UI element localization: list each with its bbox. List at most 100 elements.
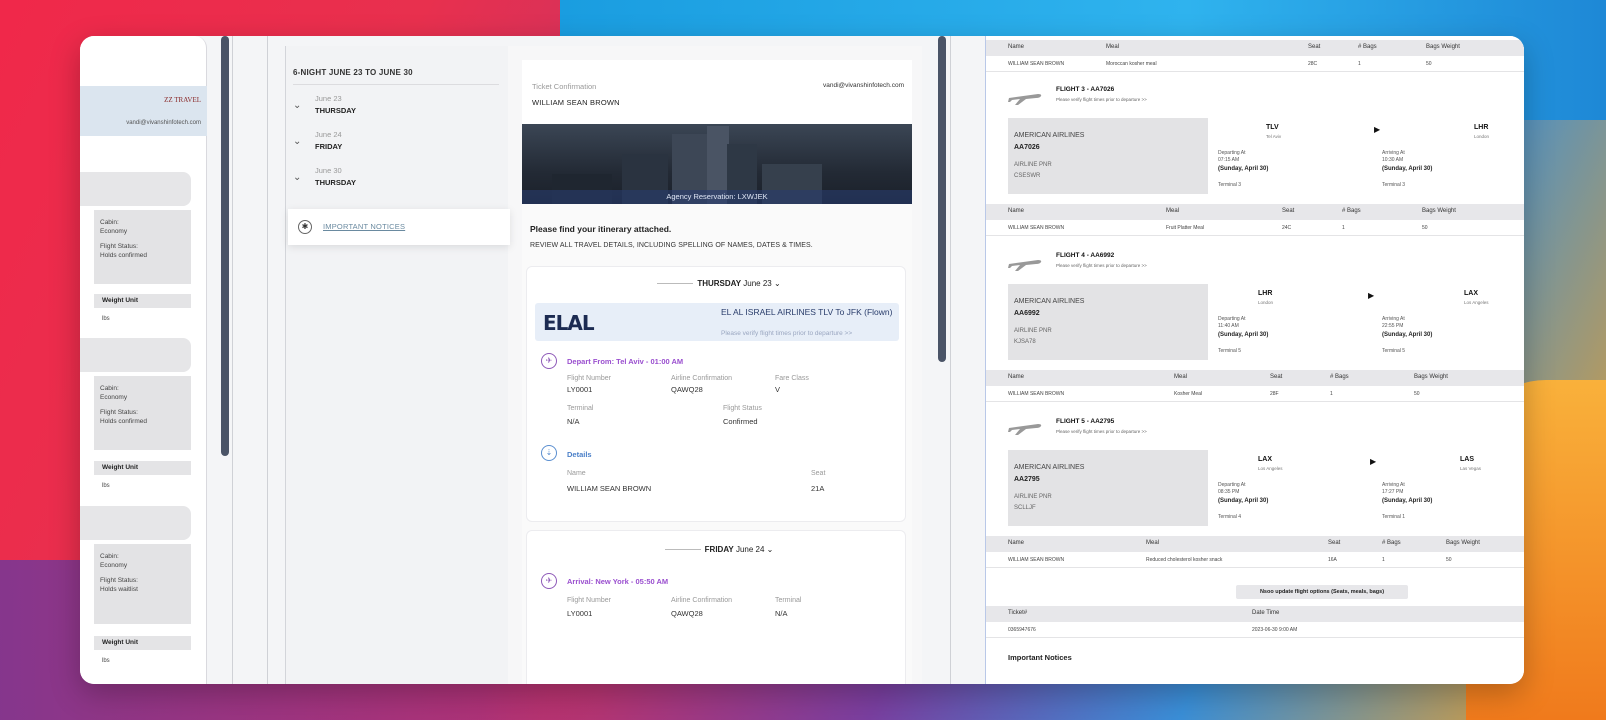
preview-window: ZZ TRAVEL vandi@vivanshinfotech.com Cabi… [80,36,1524,684]
airline-confirmation-label: Airline Confirmation [671,597,733,604]
chevron-down-icon: ⌄ [766,545,774,554]
destination-code: LAS [1460,456,1474,463]
city-banner-image: Agency Reservation: LXWJEK [522,124,912,204]
airplane-icon [1008,424,1042,435]
flight-title: FLIGHT 3 - AA7026 [1056,86,1115,93]
itinerary-preview: 6-NIGHT JUNE 23 TO JUNE 30 ⌄ June 23 THU… [285,46,922,684]
airline-confirmation-label: Airline Confirmation [671,375,733,382]
departing-label: Departing At [1218,150,1246,156]
terminal-label: Terminal [775,597,802,604]
airline-banner[interactable]: ELAL EL AL ISRAEL AIRLINES TLV To JFK (F… [535,303,899,341]
day-date: June 23 [743,279,772,288]
flight-code: AA6992 [1014,310,1040,317]
status-label: Flight Status: [100,409,138,416]
cabin-value: Economy [100,228,128,235]
verify-times-link[interactable]: Please verify flight times prior to depa… [1056,429,1147,434]
col-meal: Meal [1106,44,1120,50]
day-weekday: THURSDAY [315,178,356,187]
day-date: June 23 [315,94,342,103]
departing-label: Departing At [1218,482,1246,488]
terminal-departure: Terminal 4 [1218,514,1242,520]
terminal-arrival: Terminal 3 [1382,182,1406,188]
departing-date: (Sunday, April 30) [1218,332,1269,338]
verify-times-link[interactable]: Please verify flight times prior to depa… [1056,97,1147,102]
cabin-label: Cabin: [100,219,119,226]
important-notices-button[interactable]: ✱ IMPORTANT NOTICES [288,209,510,245]
cell-name: WILLIAM SEAN BROWN [1008,391,1065,397]
table-row: WILLIAM SEAN BROWN Reduced cholesterol k… [986,552,1524,568]
destination-city: London [1474,134,1490,139]
sidebar-day-june-30[interactable]: ⌄ June 30 THURSDAY [293,166,493,196]
verify-times-link[interactable]: Please verify flight times prior to depa… [721,330,852,337]
status-label: Flight Status: [100,243,138,250]
cell-bags: 1 [1330,391,1333,397]
airline-confirmation-value: QAWQ28 [671,609,703,618]
middle-scrollbar[interactable] [938,36,946,362]
table-row: WILLIAM SEAN BROWN Fruit Platter Meal 24… [986,220,1524,236]
origin-city: London [1258,300,1274,305]
divider [664,549,701,551]
left-scrollbar[interactable] [221,36,229,456]
cell-name: WILLIAM SEAN BROWN [1008,557,1065,563]
airline-name: AMERICAN AIRLINES [1014,464,1085,471]
table-header: Name Meal Seat # Bags Bags Weight [986,370,1524,386]
day-weekday: THURSDAY [315,106,356,115]
ticket-row: 0365947676 2023-06-30 9:00 AM [986,622,1524,638]
chevron-down-icon: ⌄ [293,136,302,147]
fare-class-value: V [775,385,781,394]
cell-meal: Moroccan kosher meal [1106,61,1157,67]
brand-header: ZZ TRAVEL vandi@vivanshinfotech.com [80,86,207,136]
departing-label: Departing At [1218,316,1246,322]
cell-bags: 1 [1358,61,1361,67]
terminal-label: Terminal [567,405,594,412]
cell-bags: 1 [1382,557,1385,563]
col-bags: # Bags [1342,208,1361,214]
destination-code: LHR [1474,124,1489,131]
departing-time: 11:40 AM [1218,323,1239,329]
airline-card: AMERICAN AIRLINES AA7026 AIRLINE PNR CSE… [1008,118,1208,194]
cell-bags: 1 [1342,225,1345,231]
flight-status-label: Flight Status [723,405,762,412]
cell-seat: 24C [1282,225,1292,231]
origin-code: TLV [1266,124,1279,131]
flight-number-label: Flight Number [567,375,611,382]
cell-seat: 16A [1328,557,1337,563]
divider [267,36,268,684]
divider [232,36,233,684]
chevron-down-icon: ⌄ [773,279,781,288]
day-weekday: THURSDAY [697,279,742,288]
details-title: Details [567,450,592,459]
sidebar-day-june-23[interactable]: ⌄ June 23 THURSDAY [293,94,493,124]
status-value: Holds waitlist [100,586,138,593]
col-name: Name [1008,374,1025,380]
day-header[interactable]: THURSDAY June 23 ⌄ [527,279,907,288]
depart-title: Depart From: Tel Aviv - 01:00 AM [567,357,684,366]
review-notice: REVIEW ALL TRAVEL DETAILS, INCLUDING SPE… [530,242,813,249]
weight-unit-value: lbs [102,658,110,664]
cabin-detail: Cabin: Economy Flight Status: Holds conf… [94,210,191,284]
col-meal: Meal [1166,208,1180,214]
status-label: Flight Status: [100,577,138,584]
arriving-time: 17:27 PM [1382,489,1404,495]
cell-meal: Kosher Meal [1174,391,1203,397]
update-flight-options-button[interactable]: Nsoo update flight options (Seats, meals… [1236,585,1408,599]
airplane-icon [1008,94,1042,105]
col-bags-weight: Bags Weight [1414,374,1448,380]
col-name: Name [1008,208,1025,214]
cabin-label: Cabin: [100,385,119,392]
email-flight-details: Name Meal Seat # Bags Bags Weight WILLIA… [985,36,1524,684]
weight-unit-header: Weight Unit [94,294,191,308]
terminal-arrival: Terminal 1 [1382,514,1406,520]
weight-unit-header: Weight Unit [94,461,191,475]
divider [657,283,694,285]
day-header[interactable]: FRIDAY June 24 ⌄ [527,545,907,554]
cell-meal: Reduced cholesterol kosher snack [1146,557,1223,563]
pnr-label: AIRLINE PNR [1014,494,1052,500]
table-header: Name Meal Seat # Bags Bags Weight [986,204,1524,220]
segment-header [80,338,191,372]
segment-header [80,506,191,540]
airplane-icon [1008,260,1042,271]
table-row: WILLIAM SEAN BROWN Moroccan kosher meal … [986,56,1524,72]
verify-times-link[interactable]: Please verify flight times prior to depa… [1056,263,1147,268]
sidebar-day-june-24[interactable]: ⌄ June 24 FRIDAY [293,130,493,160]
